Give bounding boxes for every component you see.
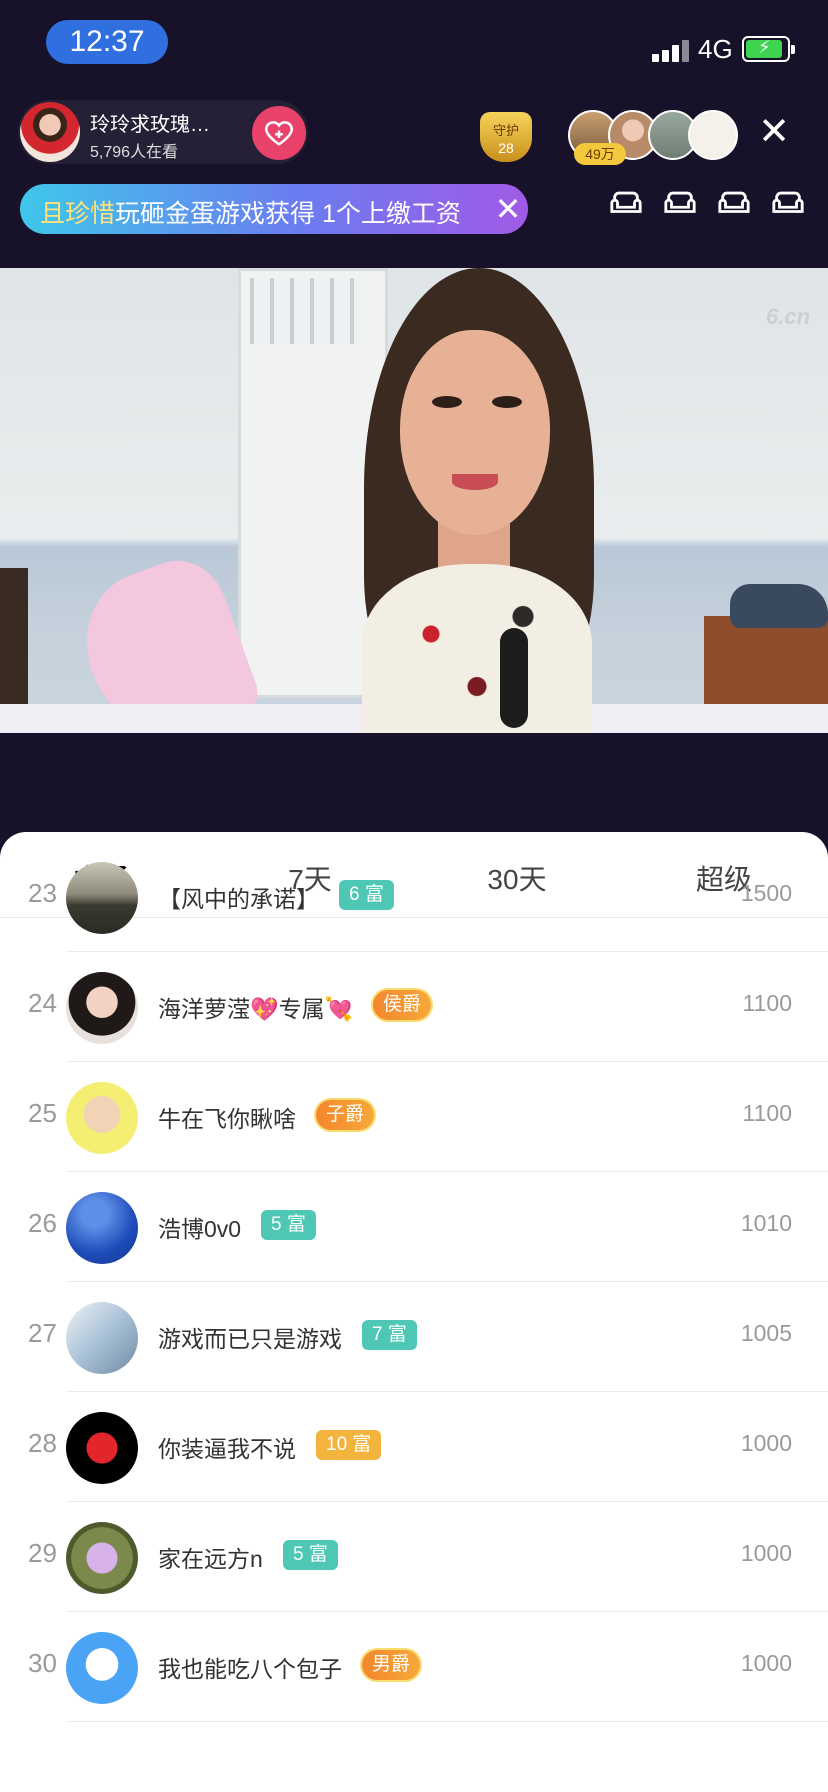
streamer-eye <box>432 396 462 408</box>
user-name: 海洋萝滢💖专属💘 <box>158 996 354 1022</box>
follow-heart-button[interactable] <box>252 106 306 160</box>
ranking-row[interactable]: 28 你装逼我不说 10 富 1000 <box>0 1392 828 1502</box>
level-badge: 6 富 <box>339 880 394 910</box>
contribution-score: 1010 <box>740 1210 792 1236</box>
row-divider <box>66 1721 828 1722</box>
ranking-row[interactable]: 26 浩博0v0 5 富 1010 <box>0 1172 828 1282</box>
network-type: 4G <box>698 34 733 64</box>
seat-icons <box>606 188 818 228</box>
streamer-face <box>400 330 550 535</box>
user-avatar[interactable] <box>66 862 138 934</box>
ranking-row[interactable]: 27 游戏而已只是游戏 7 富 1005 <box>0 1282 828 1392</box>
contribution-score: 1000 <box>740 1650 792 1676</box>
ranking-row[interactable]: 30 我也能吃八个包子 男爵 1000 <box>0 1612 828 1722</box>
guard-label: 守护 <box>492 123 519 138</box>
live-video[interactable]: 6.cn <box>0 268 828 733</box>
status-bar: 12:37 4G ⚡ <box>0 0 828 88</box>
rank-number: 25 <box>28 1098 57 1128</box>
sofa-seat-icon[interactable] <box>768 188 808 228</box>
live-room-screen: 12:37 4G ⚡ 玲玲求玫瑰… 5,796人在看 守护 28 49万 ✕ 且… <box>0 0 828 1792</box>
video-bg-clothes <box>730 584 828 628</box>
notice-close-button[interactable]: ✕ <box>490 184 526 234</box>
heart-plus-icon <box>265 121 293 146</box>
sofa-seat-icon[interactable] <box>606 188 646 228</box>
notice-text: 且珍惜玩砸金蛋游戏获得 1个上缴工资 <box>40 194 460 230</box>
contribution-score: 1100 <box>742 1100 792 1126</box>
contribution-score: 1500 <box>740 880 792 906</box>
audience-avatar[interactable] <box>688 110 738 160</box>
user-avatar[interactable] <box>66 1192 138 1264</box>
rank-number: 23 <box>28 878 57 908</box>
user-avatar[interactable] <box>66 1522 138 1594</box>
ranking-row[interactable]: 29 家在远方n 5 富 1000 <box>0 1502 828 1612</box>
user-name: 你装逼我不说 <box>158 1436 296 1462</box>
rank-number: 27 <box>28 1318 57 1348</box>
viewer-count: 5,796人在看 <box>90 144 179 161</box>
host-avatar[interactable] <box>20 102 80 162</box>
contribution-score: 1005 <box>740 1320 792 1346</box>
level-badge: 10 富 <box>316 1430 382 1460</box>
user-name: 【风中的承诺】 <box>158 886 319 912</box>
notice-message: 玩砸金蛋游戏获得 1个上缴工资 <box>115 200 460 228</box>
streamer-mouth <box>452 474 498 490</box>
video-bg-window <box>250 278 360 344</box>
ranking-row[interactable]: 24 海洋萝滢💖专属💘 侯爵 1100 <box>0 952 828 1062</box>
notice-user: 且珍惜 <box>40 200 116 228</box>
level-badge: 5 富 <box>283 1540 338 1570</box>
user-name: 牛在飞你瞅啥 <box>158 1106 296 1132</box>
close-icon: ✕ <box>758 111 790 153</box>
status-time: 12:37 <box>46 20 168 64</box>
close-icon: ✕ <box>494 191 522 227</box>
user-name: 家在远方n <box>158 1546 263 1572</box>
user-name: 游戏而已只是游戏 <box>158 1326 342 1352</box>
level-badge: 子爵 <box>316 1100 375 1130</box>
ranking-row[interactable]: 23 【风中的承诺】 6 富 1500 <box>0 842 828 952</box>
host-name: 玲玲求玫瑰… <box>90 114 210 136</box>
guard-badge[interactable]: 守护 28 <box>476 106 536 164</box>
battery-icon: ⚡ <box>742 36 795 62</box>
audience-count: 49万 <box>574 143 626 165</box>
sofa-seat-icon[interactable] <box>660 188 700 228</box>
sofa-seat-icon[interactable] <box>714 188 754 228</box>
streamer-eye <box>492 396 522 408</box>
level-badge: 7 富 <box>362 1320 417 1350</box>
user-avatar[interactable] <box>66 1412 138 1484</box>
streamer-body <box>362 564 592 733</box>
user-name: 浩博0v0 <box>158 1216 242 1242</box>
rank-number: 28 <box>28 1428 57 1458</box>
guard-count: 28 <box>498 140 514 156</box>
ranking-row[interactable]: 25 牛在飞你瞅啥 子爵 1100 <box>0 1062 828 1172</box>
rank-number: 30 <box>28 1648 57 1678</box>
user-avatar[interactable] <box>66 1632 138 1704</box>
signal-icon <box>652 38 694 62</box>
level-badge: 5 富 <box>261 1210 316 1240</box>
user-avatar[interactable] <box>66 1302 138 1374</box>
ranking-panel: 本场 7天 30天 超级 23【风中的承诺】6 富150024海洋萝滢💖专属💘侯… <box>0 832 828 1792</box>
rank-number: 26 <box>28 1208 57 1238</box>
contribution-score: 1000 <box>740 1540 792 1566</box>
level-badge: 男爵 <box>362 1650 421 1680</box>
rank-number: 29 <box>28 1538 57 1568</box>
video-watermark: 6.cn <box>766 304 811 329</box>
user-avatar[interactable] <box>66 1082 138 1154</box>
close-button[interactable]: ✕ <box>756 111 792 153</box>
contribution-score: 1100 <box>742 990 792 1016</box>
level-badge: 侯爵 <box>373 990 432 1020</box>
microphone <box>500 628 528 728</box>
rank-number: 24 <box>28 988 57 1018</box>
user-avatar[interactable] <box>66 972 138 1044</box>
gift-notice-banner[interactable]: 且珍惜玩砸金蛋游戏获得 1个上缴工资 ✕ <box>20 184 528 234</box>
contribution-score: 1000 <box>740 1430 792 1456</box>
user-name: 我也能吃八个包子 <box>158 1656 342 1682</box>
